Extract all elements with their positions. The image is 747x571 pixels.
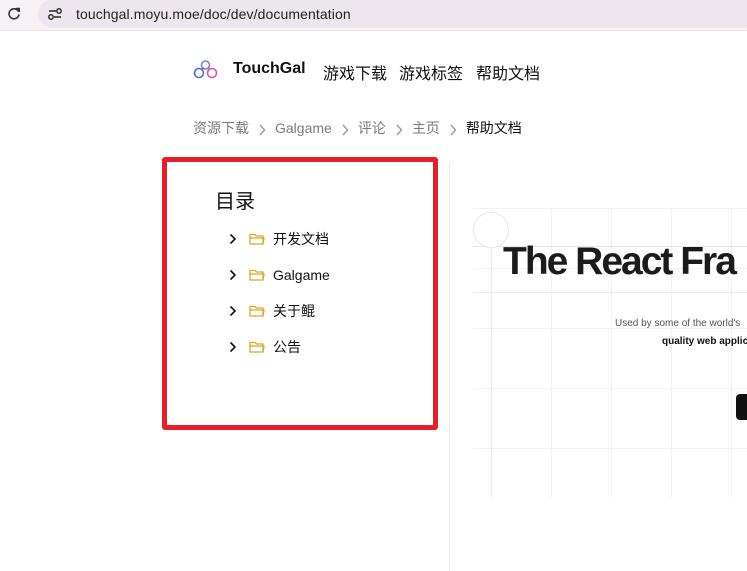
folder-icon: [249, 268, 265, 282]
toc-item-dev-docs[interactable]: 开发文档: [227, 229, 329, 249]
chevron-right-icon: [395, 123, 403, 136]
toc-item-galgame[interactable]: Galgame: [227, 265, 330, 285]
folder-icon: [249, 304, 265, 318]
toc-item-label[interactable]: 公告: [273, 337, 301, 357]
breadcrumb-item-comments[interactable]: 评论: [358, 118, 386, 138]
url-text[interactable]: touchgal.moyu.moe/doc/dev/documentation: [76, 6, 351, 22]
chevron-right-icon[interactable]: [227, 233, 239, 245]
toc-item-label[interactable]: 关于鲲: [273, 301, 315, 321]
preview-hero-subtitle-bold: quality web applic: [662, 336, 747, 347]
chevron-right-icon: [258, 123, 266, 136]
breadcrumb-item-resources[interactable]: 资源下载: [193, 118, 249, 138]
toc-item-label[interactable]: 开发文档: [273, 229, 329, 249]
preview-grid-line: [473, 292, 747, 293]
toc-item-label[interactable]: Galgame: [273, 267, 330, 283]
content-divider: [449, 163, 450, 571]
toc-title: 目录: [215, 191, 255, 213]
chevron-right-icon[interactable]: [227, 269, 239, 281]
browser-toolbar: touchgal.moyu.moe/doc/dev/documentation: [0, 0, 747, 31]
chevron-right-icon[interactable]: [227, 305, 239, 317]
toc-item-about[interactable]: 关于鲲: [227, 301, 315, 321]
nav-game-download[interactable]: 游戏下载: [323, 60, 387, 84]
nav-help-docs[interactable]: 帮助文档: [476, 60, 540, 84]
preview-grid-line: [491, 208, 492, 498]
chevron-right-icon[interactable]: [227, 341, 239, 353]
folder-icon: [249, 232, 265, 246]
brand-name[interactable]: TouchGal: [233, 60, 306, 78]
breadcrumb-item-home[interactable]: 主页: [412, 118, 440, 138]
docs-preview-image: The React Fra Used by some of the world'…: [473, 208, 747, 498]
preview-button: [736, 394, 747, 420]
breadcrumb-item-help-docs[interactable]: 帮助文档: [466, 118, 522, 138]
reload-icon[interactable]: [5, 5, 23, 23]
breadcrumb: 资源下载 Galgame 评论 主页 帮助文档: [193, 118, 522, 138]
chevron-right-icon: [341, 123, 349, 136]
toc-panel: 目录 开发文档 Galgame 关于鲲 公告: [162, 157, 438, 430]
site-info-icon[interactable]: [46, 5, 64, 23]
breadcrumb-item-galgame[interactable]: Galgame: [275, 120, 332, 136]
touchgal-logo-icon[interactable]: [193, 58, 219, 80]
folder-icon: [249, 340, 265, 354]
address-bar[interactable]: touchgal.moyu.moe/doc/dev/documentation: [38, 0, 747, 28]
nav-game-tags[interactable]: 游戏标签: [399, 60, 463, 84]
preview-hero-title: The React Fra: [503, 240, 737, 283]
preview-hero-subtitle: Used by some of the world's: [615, 318, 741, 329]
chevron-right-icon: [449, 123, 457, 136]
toc-item-announcements[interactable]: 公告: [227, 337, 301, 357]
